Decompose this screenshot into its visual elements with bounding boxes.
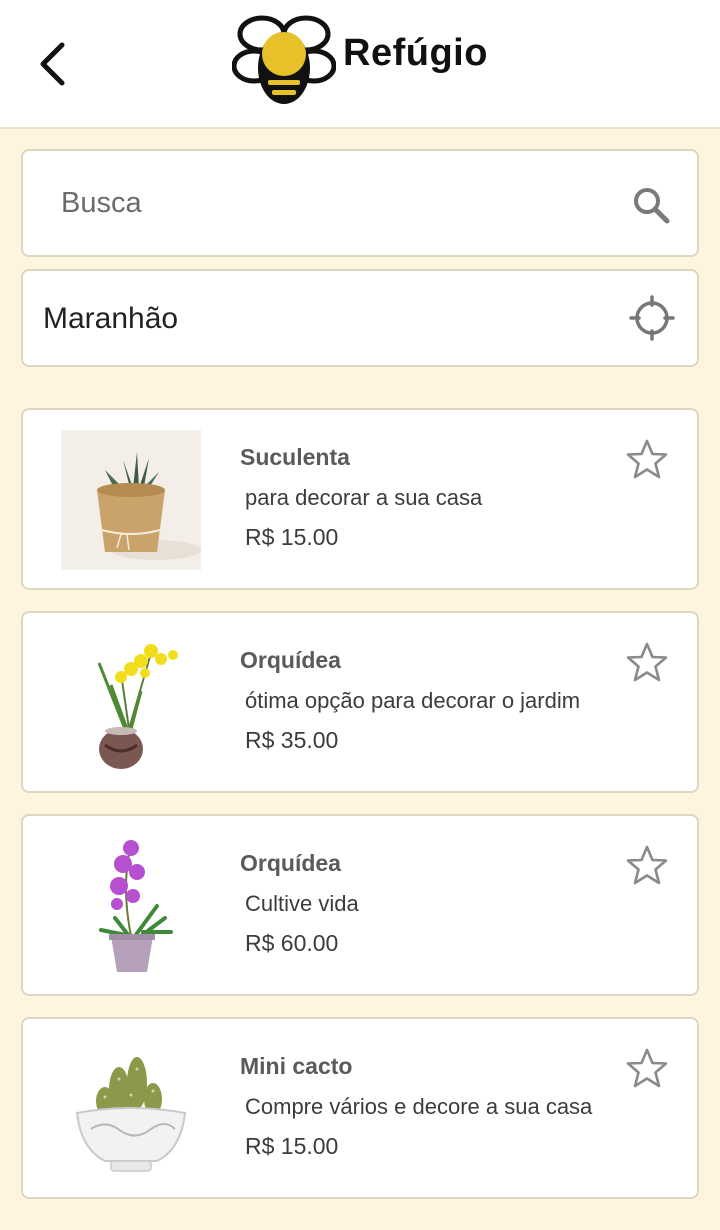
star-icon[interactable] <box>625 438 669 482</box>
product-description: para decorar a sua casa <box>245 485 483 510</box>
back-button[interactable] <box>30 38 74 90</box>
search-input[interactable] <box>61 151 621 255</box>
app-header: Refúgio <box>0 0 720 129</box>
star-icon[interactable] <box>625 641 669 685</box>
location-value: Maranhão <box>43 302 179 335</box>
location-selector[interactable]: Maranhão <box>21 269 699 367</box>
product-title: Orquídea <box>240 850 341 876</box>
chevron-left-icon <box>40 42 65 86</box>
bee-logo-icon <box>232 15 336 104</box>
app-name: Refúgio <box>343 32 488 74</box>
product-card[interactable]: Orquídea ótima opção para decorar o jard… <box>21 611 699 793</box>
product-card[interactable]: Orquídea Cultive vida R$ 60.00 <box>21 814 699 996</box>
product-card[interactable]: Mini cacto Compre vários e decore a sua … <box>21 1017 699 1199</box>
product-description: ótima opção para decorar o jardim <box>245 688 581 713</box>
product-title: Mini cacto <box>240 1053 353 1079</box>
product-title: Orquídea <box>240 647 341 673</box>
star-icon[interactable] <box>625 844 669 888</box>
product-card[interactable]: Suculenta para decorar a sua casa R$ 15.… <box>21 408 699 590</box>
product-description: Cultive vida <box>245 891 359 916</box>
product-title: Suculenta <box>240 444 350 470</box>
product-price: R$ 15.00 <box>245 1133 339 1159</box>
product-image-yellow-orchid <box>61 633 201 773</box>
product-image-purple-orchid <box>61 836 201 976</box>
search-box[interactable] <box>21 149 699 257</box>
product-image-succulent <box>61 430 201 570</box>
search-icon[interactable] <box>631 185 671 225</box>
product-image-mini-cactus <box>61 1039 201 1179</box>
product-price: R$ 60.00 <box>245 930 339 956</box>
product-price: R$ 15.00 <box>245 524 339 550</box>
product-price: R$ 35.00 <box>245 727 339 753</box>
star-icon[interactable] <box>625 1047 669 1091</box>
crosshair-icon[interactable] <box>629 295 675 341</box>
product-description: Compre vários e decore a sua casa <box>245 1094 593 1119</box>
